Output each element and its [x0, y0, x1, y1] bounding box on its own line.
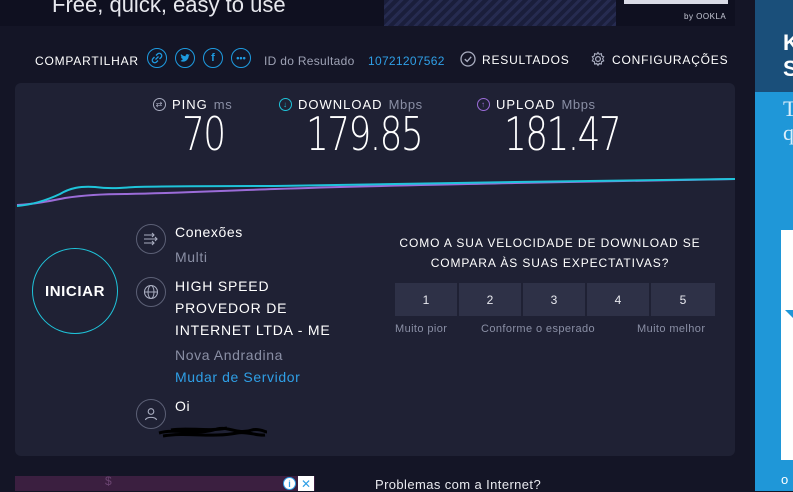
server-location: Nova Andradina [175, 347, 284, 363]
share-row: COMPARTILHAR f ••• ID do Resultado 10721… [0, 44, 735, 76]
results-label: RESULTADOS [482, 53, 570, 67]
banner-image [384, 0, 616, 26]
question-line: COMPARA ÀS SUAS EXPECTATIVAS? [430, 256, 670, 270]
user-provider: Oi [175, 398, 191, 414]
connections-value: Multi [175, 249, 208, 265]
twitter-icon[interactable] [175, 48, 195, 68]
rating-label-high: Muito melhor [637, 323, 706, 335]
share-label: COMPARTILHAR [35, 54, 139, 68]
start-button[interactable]: INICIAR [32, 248, 118, 334]
results-button[interactable]: RESULTADOS [460, 50, 570, 70]
bottom-ad-banner[interactable]: $ [15, 476, 315, 491]
ping-icon: ⇄ [153, 98, 166, 111]
download-value: 179.85 [306, 107, 424, 161]
right-ad-text: T [783, 96, 793, 121]
isp-line: INTERNET LTDA - ME [175, 322, 331, 338]
ad-image: $ [105, 476, 112, 488]
expectation-question: COMO A SUA VELOCIDADE DE DOWNLOAD SE COM… [390, 233, 710, 273]
rating-option-1[interactable]: 1 [395, 283, 459, 316]
banner-headline: Free, quick, easy to use [52, 0, 286, 17]
result-id-link[interactable]: 10721207562 [368, 54, 445, 68]
gear-icon [590, 51, 606, 70]
globe-icon [136, 277, 166, 307]
results-panel: ⇄ PING ms 70 ↓ DOWNLOAD Mbps 179.85 ↑ UP… [15, 83, 735, 456]
right-ad-text: K [783, 30, 793, 55]
change-server-link[interactable]: Mudar de Servidor [175, 369, 300, 385]
rating-option-5[interactable]: 5 [651, 283, 715, 316]
rating-label-low: Muito pior [395, 323, 448, 335]
right-ad-arrow [785, 310, 793, 322]
settings-button[interactable]: CONFIGURAÇÕES [590, 50, 728, 70]
upload-value: 181.47 [504, 107, 622, 161]
download-line [16, 178, 735, 207]
rating-option-2[interactable]: 2 [459, 283, 523, 316]
ad-close-icon[interactable]: ✕ [298, 476, 314, 491]
isp-name: HIGH SPEED PROVEDOR DE INTERNET LTDA - M… [175, 275, 375, 341]
right-ad-text: S [783, 56, 793, 81]
facebook-icon[interactable]: f [203, 48, 223, 68]
upload-line [16, 178, 735, 206]
ping-value: 70 [182, 107, 226, 161]
right-gutter [735, 0, 755, 491]
check-circle-icon [460, 50, 476, 70]
right-ad-image [781, 230, 793, 460]
speed-graph [16, 178, 735, 207]
right-ad-text: q [783, 120, 793, 145]
more-icon[interactable]: ••• [231, 48, 251, 68]
redaction-scribble [158, 426, 268, 438]
rating-scale: 1 2 3 4 5 [395, 283, 715, 316]
download-arrow-icon: ↓ [279, 98, 292, 111]
connections-title: Conexões [175, 224, 243, 240]
link-icon[interactable] [147, 48, 167, 68]
adchoices-icon[interactable]: i [283, 477, 296, 490]
right-ad-panel[interactable]: K S T q o [755, 0, 793, 491]
question-line: COMO A SUA VELOCIDADE DE DOWNLOAD SE [399, 236, 701, 250]
upload-arrow-icon: ↑ [477, 98, 490, 111]
banner-divider [624, 0, 728, 4]
connections-icon [136, 224, 166, 254]
top-ad-banner[interactable]: Free, quick, easy to use by OOKLA [0, 0, 735, 26]
rating-option-4[interactable]: 4 [587, 283, 651, 316]
rating-option-3[interactable]: 3 [523, 283, 587, 316]
isp-line: HIGH SPEED [175, 278, 270, 294]
isp-line: PROVEDOR DE [175, 300, 288, 316]
rating-label-mid: Conforme o esperado [481, 323, 595, 335]
internet-problems-link[interactable]: Problemas com a Internet? [375, 477, 541, 492]
result-id-label: ID do Resultado [264, 54, 355, 68]
right-ad-text: o [781, 472, 789, 487]
settings-label: CONFIGURAÇÕES [612, 53, 729, 67]
ookla-brand: by OOKLA [684, 12, 727, 21]
